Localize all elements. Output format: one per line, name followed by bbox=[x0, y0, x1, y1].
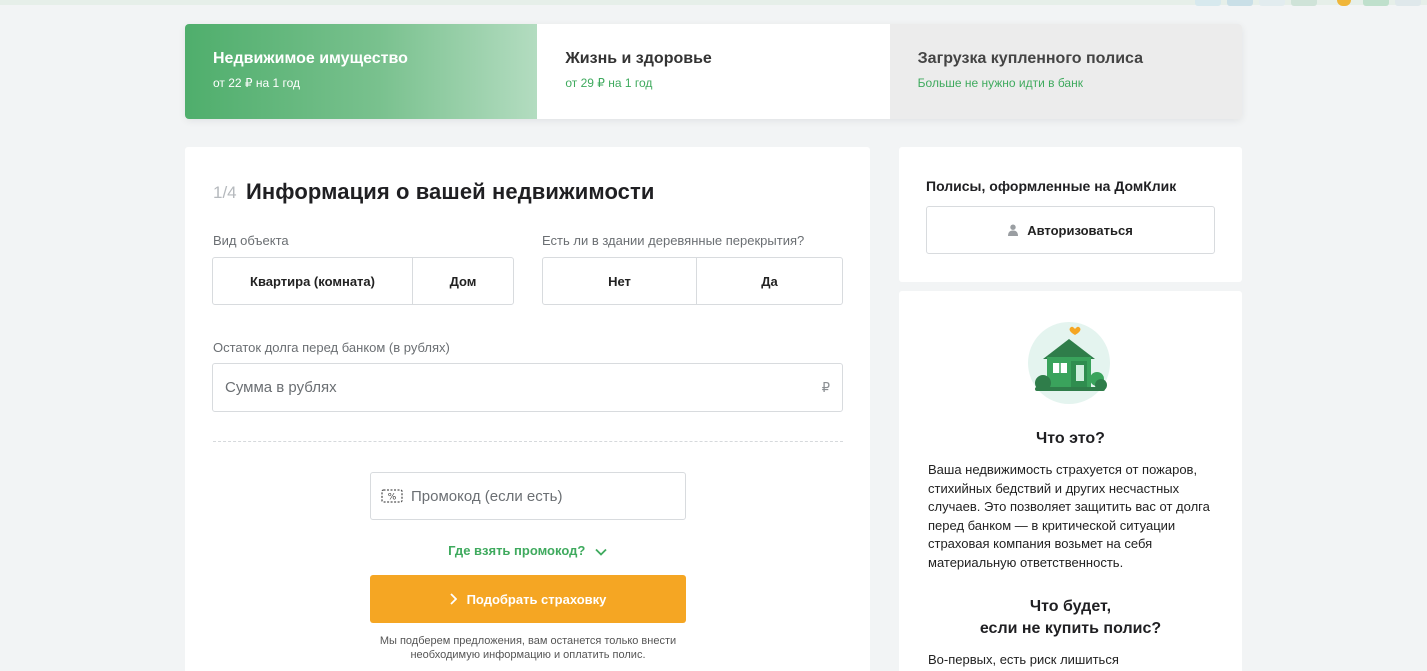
form-title: Информация о вашей недвижимости bbox=[246, 179, 655, 204]
coupon-icon: % bbox=[381, 488, 403, 504]
debt-placeholder: Сумма в рублях bbox=[225, 379, 337, 396]
wooden-floors-label: Есть ли в здании деревянные перекрытия? bbox=[542, 233, 805, 248]
promo-help-link[interactable]: Где взять промокод? bbox=[185, 543, 870, 559]
login-button[interactable]: Авторизоваться bbox=[926, 206, 1215, 254]
option-yes[interactable]: Да bbox=[696, 258, 842, 304]
step-indicator: 1/4 bbox=[213, 183, 237, 202]
tab-subtitle: от 22 ₽ на 1 год bbox=[213, 76, 301, 90]
promo-help-text: Где взять промокод? bbox=[448, 543, 586, 558]
chevron-right-icon bbox=[449, 593, 457, 605]
what-if-title-line1: Что будет, bbox=[1029, 598, 1112, 615]
find-insurance-label: Подобрать страховку bbox=[466, 591, 607, 607]
object-type-label: Вид объекта bbox=[213, 233, 289, 248]
promo-placeholder: Промокод (если есть) bbox=[411, 487, 563, 505]
submit-note: Мы подберем предложения, вам останется т… bbox=[379, 635, 677, 661]
what-is-title: Что это? bbox=[1036, 430, 1105, 447]
option-no[interactable]: Нет bbox=[543, 258, 696, 304]
debt-amount-input[interactable]: Сумма в рублях ₽ bbox=[212, 363, 843, 412]
user-icon bbox=[1008, 224, 1019, 236]
tab-title: Недвижимое имущество bbox=[213, 50, 408, 67]
tab-upload-policy[interactable]: Загрузка купленного полиса Больше не нуж… bbox=[889, 24, 1242, 119]
object-type-selector: Квартира (комната) Дом bbox=[212, 257, 514, 305]
tab-property[interactable]: Недвижимое имущество от 22 ₽ на 1 год bbox=[185, 24, 538, 119]
policies-title: Полисы, оформленные на ДомКлик bbox=[926, 178, 1177, 194]
option-apartment[interactable]: Квартира (комната) bbox=[213, 258, 412, 304]
policies-card: Полисы, оформленные на ДомКлик Авторизов… bbox=[899, 147, 1242, 282]
tab-title: Жизнь и здоровье bbox=[565, 50, 712, 67]
option-house[interactable]: Дом bbox=[412, 258, 513, 304]
product-tabs: Недвижимое имущество от 22 ₽ на 1 год Жи… bbox=[185, 24, 1242, 119]
section-divider bbox=[213, 441, 843, 442]
tab-life-health[interactable]: Жизнь и здоровье от 29 ₽ на 1 год bbox=[537, 24, 890, 119]
ruble-icon: ₽ bbox=[821, 379, 830, 395]
what-if-text: Во-первых, есть риск лишиться bbox=[928, 652, 1119, 667]
house-illustration bbox=[1027, 321, 1111, 405]
tab-title: Загрузка купленного полиса bbox=[917, 50, 1144, 67]
promo-code-input[interactable]: % Промокод (если есть) bbox=[370, 472, 686, 520]
login-label: Авторизоваться bbox=[1027, 222, 1133, 238]
info-card: Что это? Ваша недвижимость страхуется от… bbox=[899, 291, 1242, 671]
debt-label: Остаток долга перед банком (в рублях) bbox=[213, 340, 450, 355]
wooden-floors-selector: Нет Да bbox=[542, 257, 843, 305]
what-is-text: Ваша недвижимость страхуется от пожаров,… bbox=[928, 462, 1210, 570]
chevron-down-icon bbox=[595, 544, 607, 559]
header-decoration bbox=[1187, 0, 1427, 6]
svg-text:%: % bbox=[388, 493, 397, 503]
property-form-card: 1/4 Информация о вашей недвижимости Вид … bbox=[185, 147, 870, 671]
what-if-title-line2: если не купить полис? bbox=[979, 620, 1162, 637]
find-insurance-button[interactable]: Подобрать страховку bbox=[370, 575, 686, 623]
tab-subtitle: Больше не нужно идти в банк bbox=[917, 76, 1083, 90]
tab-subtitle: от 29 ₽ на 1 год bbox=[565, 76, 653, 90]
